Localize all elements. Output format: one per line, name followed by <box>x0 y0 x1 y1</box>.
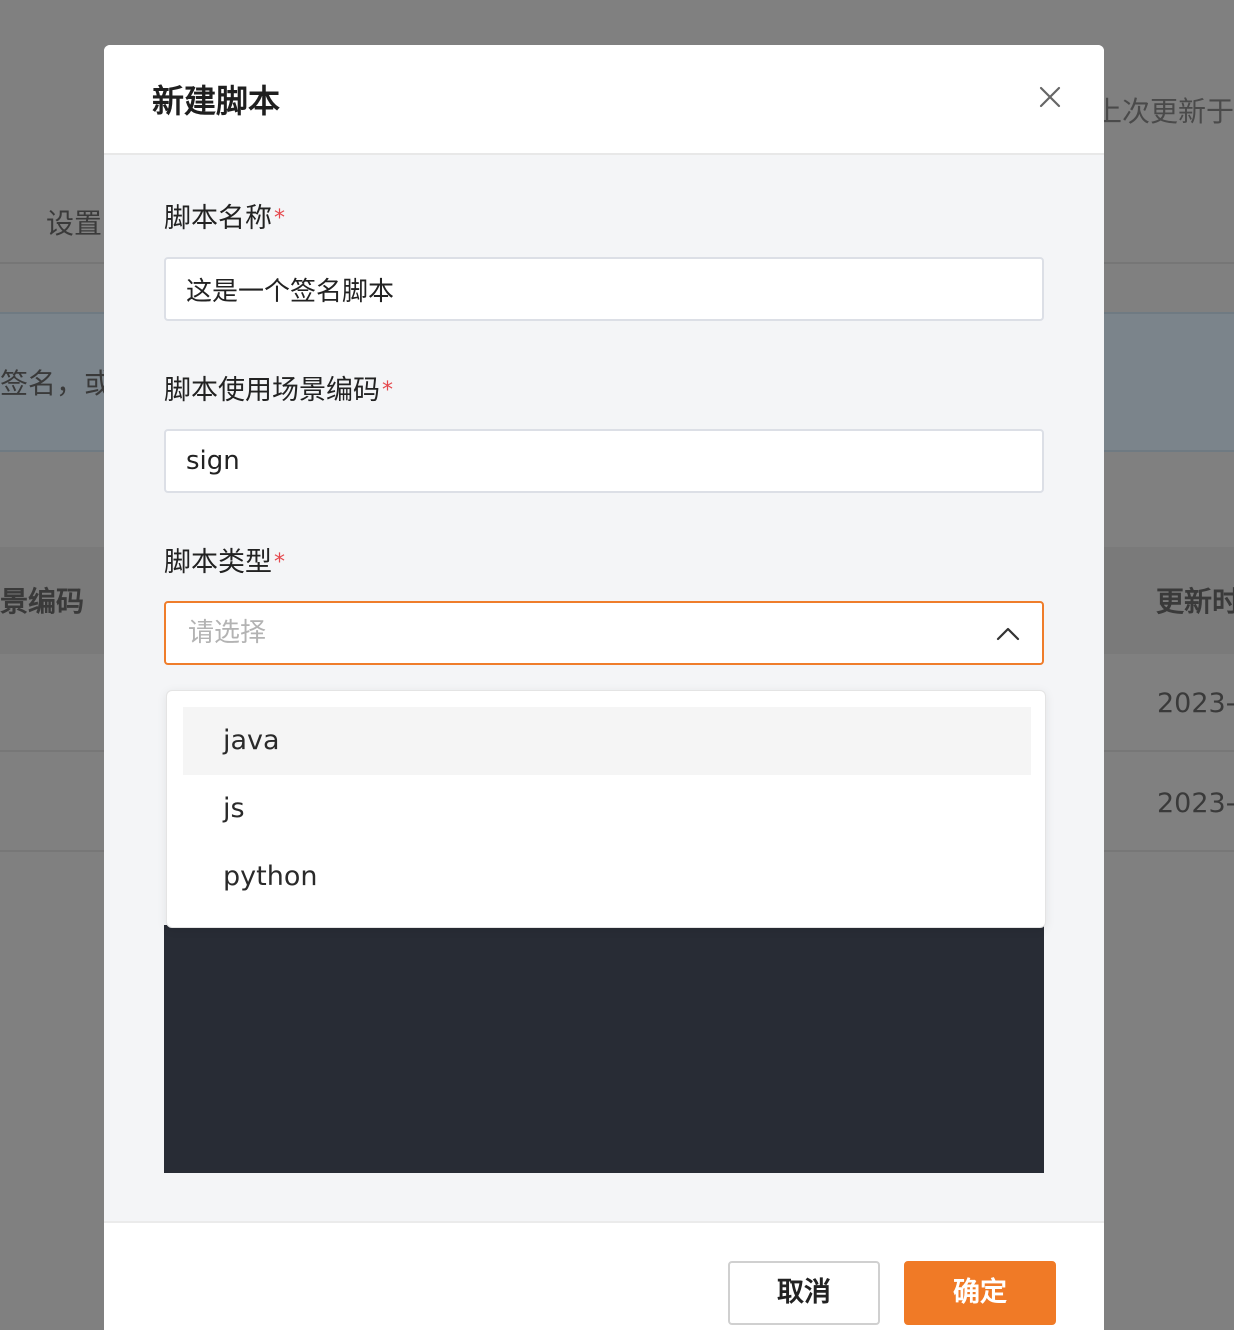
cancel-button[interactable]: 取消 <box>728 1261 880 1325</box>
dropdown-option-java[interactable]: java <box>183 707 1031 775</box>
close-button[interactable] <box>1032 79 1068 115</box>
modal-title: 新建脚本 <box>152 82 281 120</box>
script-type-label-text: 脚本类型 <box>164 547 272 578</box>
dropdown-option-js[interactable]: js <box>183 775 1031 843</box>
bg-update-text: 上次更新于 2 <box>1094 95 1234 128</box>
script-type-label: 脚本类型* <box>164 545 285 581</box>
close-icon <box>1039 86 1061 108</box>
bg-row-time: 2023-1 <box>1157 688 1234 719</box>
dropdown-option-python[interactable]: python <box>183 843 1031 911</box>
confirm-button[interactable]: 确定 <box>904 1261 1056 1325</box>
bg-settings-tab: 设置 <box>46 207 103 240</box>
script-name-label: 脚本名称* <box>164 201 285 237</box>
scene-code-label-text: 脚本使用场景编码 <box>164 375 380 406</box>
chevron-up-icon <box>996 627 1020 641</box>
select-placeholder: 请选择 <box>188 618 267 648</box>
bg-col-scene-code: 景编码 <box>0 585 85 618</box>
bg-col-update-time: 更新时 <box>1156 585 1234 618</box>
script-type-select[interactable]: 请选择 <box>164 601 1044 665</box>
bg-info-text: 签名，或 <box>0 367 113 400</box>
bg-row-time: 2023-1 <box>1157 788 1234 819</box>
required-mark: * <box>382 378 393 403</box>
scene-code-label: 脚本使用场景编码* <box>164 373 393 409</box>
script-name-input[interactable] <box>164 257 1044 321</box>
modal-footer: 取消 确定 <box>104 1221 1104 1330</box>
required-mark: * <box>274 206 285 231</box>
script-type-dropdown: java js python <box>166 690 1046 928</box>
required-mark: * <box>274 550 285 575</box>
new-script-modal: 新建脚本 脚本名称* 脚本使用场景编码* 脚本类型* 请选择 java js p… <box>104 45 1104 1330</box>
scene-code-input[interactable] <box>164 429 1044 493</box>
modal-header: 新建脚本 <box>104 45 1104 155</box>
script-name-label-text: 脚本名称 <box>164 203 272 234</box>
code-editor[interactable] <box>164 925 1044 1173</box>
